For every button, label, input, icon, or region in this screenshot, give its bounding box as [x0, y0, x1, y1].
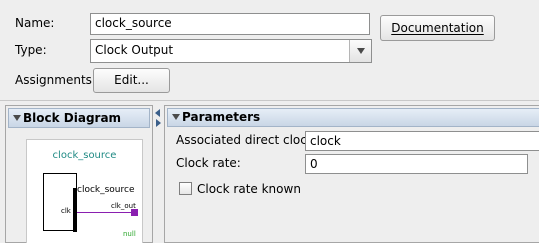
- block-diagram-canvas: clock_source clock_source clk clk_out nu…: [26, 139, 143, 243]
- block-diagram-title: Block Diagram: [23, 111, 122, 125]
- type-select-value: Clock Output: [95, 43, 174, 57]
- block-diagram-panel: Block Diagram clock_source clock_source …: [5, 105, 153, 243]
- chevron-down-icon[interactable]: [349, 40, 371, 62]
- clock-rate-input[interactable]: 0: [305, 154, 528, 174]
- parameters-title: Parameters: [182, 110, 261, 124]
- form-divider: [0, 100, 539, 101]
- associated-clock-input[interactable]: clock: [305, 131, 539, 151]
- assignments-label: Assignments:: [15, 73, 96, 87]
- clock-rate-known-checkbox[interactable]: [179, 182, 192, 195]
- clock-rate-known-label: Clock rate known: [197, 182, 301, 196]
- name-input[interactable]: clock_source: [90, 13, 370, 35]
- name-label: Name:: [15, 16, 55, 30]
- collapse-icon[interactable]: [13, 115, 21, 121]
- collapse-icon[interactable]: [172, 114, 180, 120]
- parameters-panel: Parameters Associated direct clock: cloc…: [164, 105, 539, 243]
- port-clk-label: clk: [61, 207, 71, 215]
- instance-name: clock_source: [77, 185, 135, 195]
- documentation-label: Documentation: [391, 21, 484, 35]
- block-diagram-header[interactable]: Block Diagram: [8, 108, 150, 128]
- collapse-left-icon[interactable]: [155, 109, 160, 117]
- port-connector: [131, 209, 138, 216]
- null-label: null: [123, 230, 136, 238]
- type-label: Type:: [15, 43, 47, 57]
- module-name: clock_source: [52, 150, 117, 161]
- type-select[interactable]: Clock Output: [90, 39, 372, 63]
- collapse-right-icon[interactable]: [156, 119, 161, 127]
- parameters-header[interactable]: Parameters: [167, 108, 539, 127]
- documentation-button[interactable]: Documentation: [380, 15, 495, 41]
- clock-rate-label: Clock rate:: [176, 156, 241, 170]
- panel-splitter[interactable]: [154, 105, 163, 243]
- edit-assignments-button[interactable]: Edit...: [93, 68, 170, 93]
- associated-clock-label: Associated direct clock:: [176, 133, 318, 147]
- clk-out-wire: [77, 212, 133, 213]
- module-box: [43, 173, 77, 231]
